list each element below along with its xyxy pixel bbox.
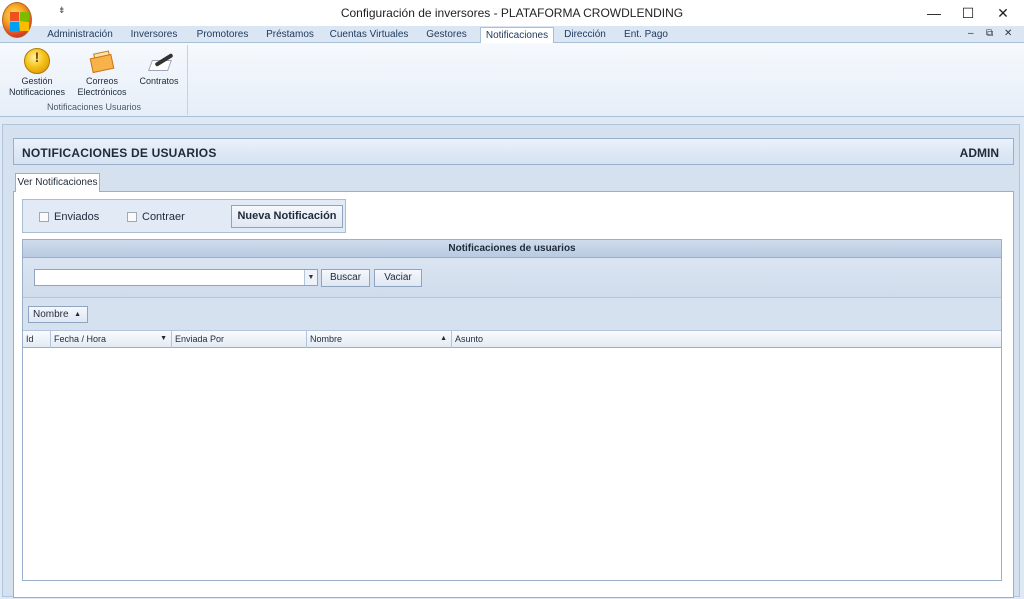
sort-ascending-icon: ▲ xyxy=(74,311,81,318)
column-header-fecha-hora[interactable]: Fecha / Hora ▼ xyxy=(51,331,172,348)
buscar-button[interactable]: Buscar xyxy=(321,269,370,287)
column-header-enviada-por[interactable]: Enviada Por xyxy=(172,331,307,348)
sort-ascending-icon: ▲ xyxy=(440,335,447,342)
group-by-nombre-chip[interactable]: Nombre ▲ xyxy=(28,306,88,323)
mdi-restore-button[interactable]: ⧉ xyxy=(986,28,993,39)
search-band: ▼ Buscar Vaciar xyxy=(23,258,1001,298)
tab-gestores[interactable]: Gestores xyxy=(419,27,474,43)
tab-page-ver-notificaciones: Enviados Contraer Nueva Notificación Not… xyxy=(13,191,1014,598)
column-header-nombre[interactable]: Nombre ▲ xyxy=(307,331,452,348)
window-title: Configuración de inversores - PLATAFORMA… xyxy=(340,6,684,20)
tab-direccion[interactable]: Dirección xyxy=(560,27,610,43)
tab-cuentas-virtuales[interactable]: Cuentas Virtuales xyxy=(326,27,412,43)
ribbon-group-notificaciones-usuarios: Gestión Notificaciones Correos Electróni… xyxy=(2,45,188,115)
maximize-window-button[interactable]: ☐ xyxy=(951,0,985,26)
group-by-band: Nombre ▲ xyxy=(23,298,1001,331)
contract-pen-icon xyxy=(146,48,174,74)
search-combo[interactable]: ▼ xyxy=(34,269,318,286)
tab-prestamos[interactable]: Préstamos xyxy=(261,27,319,43)
enviados-checkbox[interactable]: Enviados xyxy=(39,211,99,223)
notifications-grid-panel: Notificaciones de usuarios ▼ Buscar Vaci… xyxy=(22,239,1002,581)
envelope-icon xyxy=(89,48,115,74)
tab-inversores[interactable]: Inversores xyxy=(124,27,184,43)
mdi-child-window: NOTIFICACIONES DE USUARIOS ADMIN Ver Not… xyxy=(2,124,1020,598)
mdi-minimize-button[interactable]: – xyxy=(968,28,974,39)
tab-ver-notificaciones[interactable]: Ver Notificaciones xyxy=(15,173,100,192)
title-bar: ⇟ Configuración de inversores - PLATAFOR… xyxy=(0,0,1024,38)
options-panel: Enviados Contraer Nueva Notificación xyxy=(22,199,346,233)
notification-bulb-icon xyxy=(24,48,50,74)
tab-promotores[interactable]: Promotores xyxy=(191,27,254,43)
app-menu-orb-icon[interactable] xyxy=(2,2,32,38)
tab-administracion[interactable]: Administración xyxy=(42,27,118,43)
nueva-notificacion-button[interactable]: Nueva Notificación xyxy=(231,205,343,228)
grid-title: Notificaciones de usuarios xyxy=(23,240,1001,258)
vaciar-button[interactable]: Vaciar xyxy=(374,269,422,287)
tab-ent-pago[interactable]: Ent. Pago xyxy=(618,27,674,43)
grid-column-headers: Id Fecha / Hora ▼ Enviada Por Nombre ▲ A xyxy=(23,331,1001,348)
gestion-notificaciones-button[interactable]: Gestión Notificaciones xyxy=(6,48,68,98)
checkbox-box xyxy=(39,212,49,222)
minimize-window-button[interactable]: — xyxy=(917,0,951,26)
current-user-label: ADMIN xyxy=(959,146,999,160)
correos-electronicos-button[interactable]: Correos Electrónicos xyxy=(74,48,130,98)
page-header: NOTIFICACIONES DE USUARIOS ADMIN xyxy=(13,138,1014,165)
contratos-button[interactable]: Contratos xyxy=(136,48,182,87)
ribbon-panel: Gestión Notificaciones Correos Electróni… xyxy=(0,43,1024,117)
mdi-close-button[interactable]: ✕ xyxy=(1004,28,1012,39)
grid-rows-area[interactable] xyxy=(23,348,1001,580)
page-title: NOTIFICACIONES DE USUARIOS xyxy=(22,146,217,160)
column-header-asunto[interactable]: Asunto xyxy=(452,331,1001,348)
chevron-down-icon[interactable]: ▼ xyxy=(304,270,317,285)
tab-notificaciones[interactable]: Notificaciones xyxy=(480,27,554,44)
contraer-checkbox[interactable]: Contraer xyxy=(127,211,185,223)
column-header-id[interactable]: Id xyxy=(23,331,51,348)
ribbon-tab-strip: Administración Inversores Promotores Pré… xyxy=(0,26,1024,44)
close-window-button[interactable]: ✕ xyxy=(986,0,1020,26)
ribbon-group-label: Notificaciones Usuarios xyxy=(46,102,142,112)
sort-descending-icon: ▼ xyxy=(160,335,167,342)
workspace: NOTIFICACIONES DE USUARIOS ADMIN Ver Not… xyxy=(0,118,1024,599)
checkbox-box xyxy=(127,212,137,222)
